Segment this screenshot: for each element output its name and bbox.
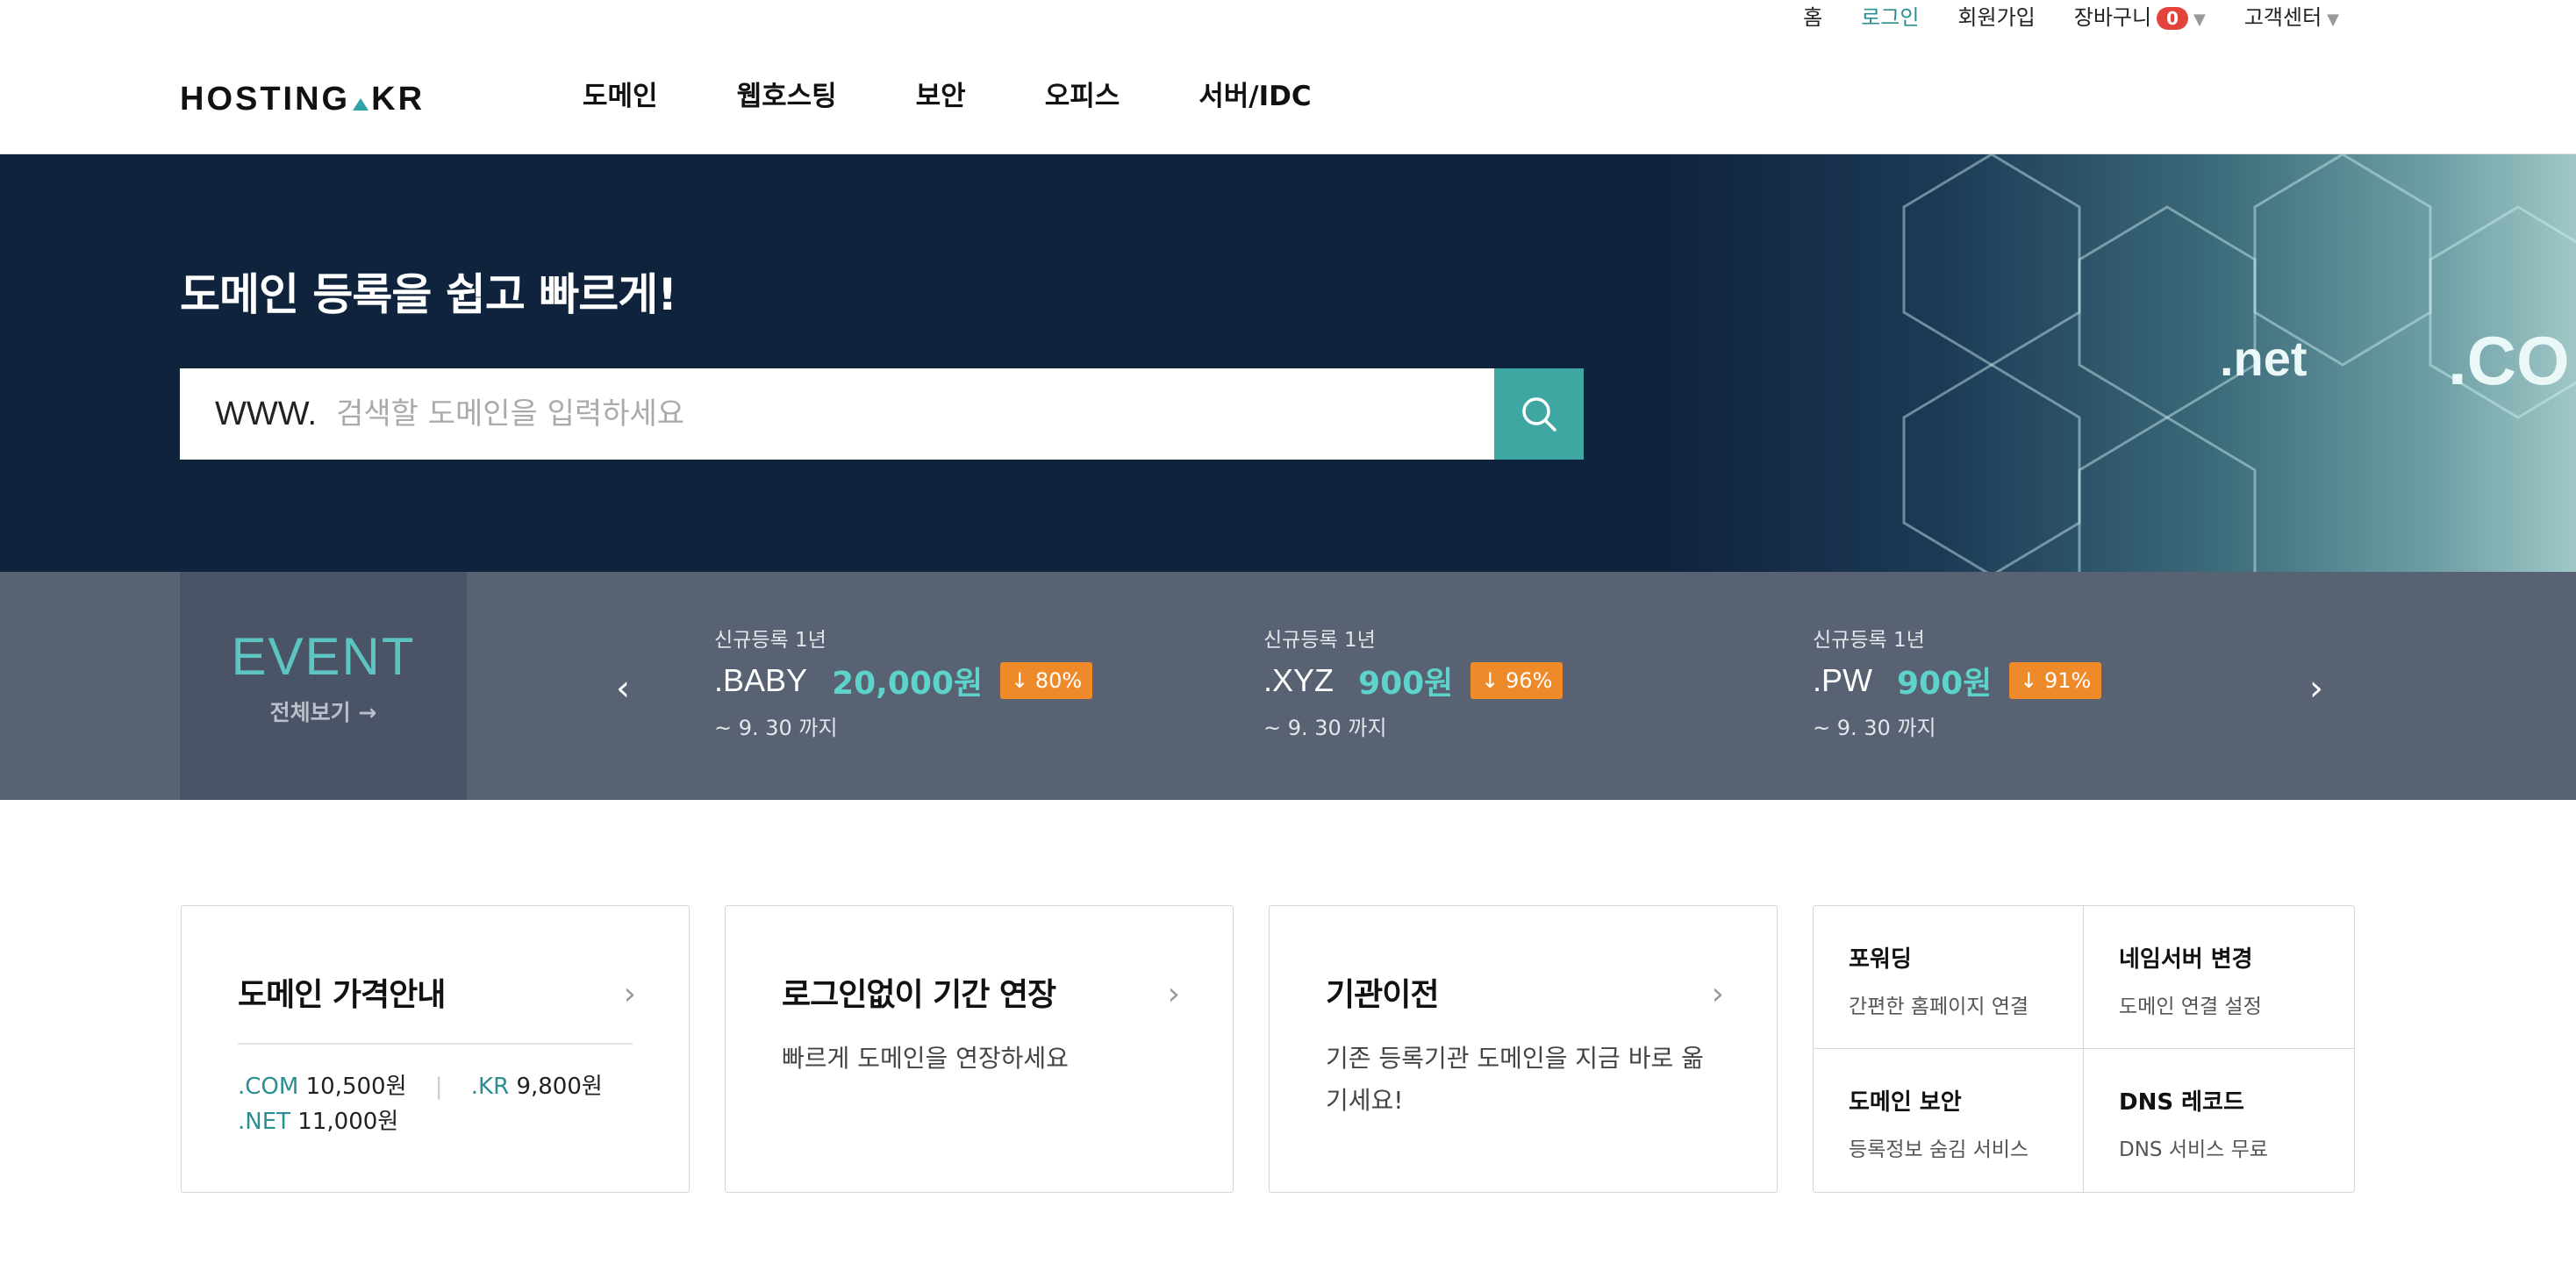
promo-discount-badge: ↓ 96% — [1470, 662, 1563, 699]
util-home-link[interactable]: 홈 — [1803, 0, 1822, 31]
logo-text-right: KR — [371, 81, 426, 118]
promo-price: 20,000원 — [832, 666, 984, 702]
search-prefix: WWW. — [215, 395, 318, 432]
renew-card[interactable]: 로그인없이 기간 연장 › 빠르게 도메인을 연장하세요 — [725, 905, 1234, 1193]
site-logo[interactable]: HOSTING KR — [180, 81, 425, 118]
chevron-down-icon: ▼ — [2193, 10, 2206, 29]
carousel-prev-icon[interactable]: ‹ — [616, 668, 630, 709]
event-box[interactable]: EVENT 전체보기 → — [180, 572, 467, 800]
card-title: 도메인 가격안내 — [238, 977, 446, 1013]
price-value: 10,500원 — [305, 1074, 407, 1100]
promo-item[interactable]: 신규등록 1년 .XYZ 900원 ↓ 96% ~ 9. 30 까지 — [1263, 623, 1563, 741]
event-view-all-link[interactable]: 전체보기 → — [180, 696, 467, 727]
domain-price-card[interactable]: 도메인 가격안내 › .COM 10,500원 | .KR 9,800원 .NE… — [181, 905, 690, 1193]
service-subtitle: DNS 서비스 무료 — [2119, 1138, 2268, 1161]
card-description: 기존 등록기관 도메인을 지금 바로 옮기세요! — [1326, 1044, 1704, 1115]
service-grid-card: 포워딩 간편한 홈페이지 연결 네임서버 변경 도메인 연결 설정 도메인 보안… — [1813, 905, 2355, 1193]
price-separator: | — [434, 1074, 443, 1100]
domain-search-bar: WWW. — [180, 368, 1584, 460]
chevron-right-icon: › — [623, 976, 636, 1012]
logo-text-left: HOSTING — [180, 81, 351, 118]
promo-until: ~ 9. 30 까지 — [714, 716, 838, 740]
card-title: 로그인없이 기간 연장 — [782, 977, 1056, 1013]
util-cart-link[interactable]: 장바구니 0 ▼ — [2074, 0, 2206, 31]
promo-price: 900원 — [1358, 666, 1454, 702]
price-tld: .KR — [470, 1074, 510, 1100]
promo-caption: 신규등록 1년 — [1263, 629, 1376, 652]
hexagon-pattern-graphic — [1902, 154, 2576, 572]
promo-caption: 신규등록 1년 — [714, 629, 826, 652]
hero-title: 도메인 등록을 쉽고 빠르게! — [180, 269, 677, 320]
nav-security[interactable]: 보안 — [916, 74, 966, 113]
price-tld: .NET — [238, 1109, 291, 1135]
carousel-next-icon[interactable]: › — [2309, 668, 2323, 709]
cart-label: 장바구니 — [2073, 4, 2152, 30]
logo-triangle-icon — [353, 97, 369, 111]
service-subtitle: 도메인 연결 설정 — [2119, 995, 2262, 1018]
chevron-right-icon: › — [1711, 976, 1724, 1012]
nav-office[interactable]: 오피스 — [1045, 74, 1120, 113]
chevron-down-icon: ▼ — [2327, 10, 2339, 29]
main-nav: 도메인 웹호스팅 보안 오피스 서버/IDC — [583, 74, 1391, 113]
promo-caption: 신규등록 1년 — [1813, 629, 1925, 652]
service-subtitle: 간편한 홈페이지 연결 — [1849, 995, 2029, 1018]
service-forwarding[interactable]: 포워딩 간편한 홈페이지 연결 — [1814, 906, 2084, 1049]
promo-item[interactable]: 신규등록 1년 .PW 900원 ↓ 91% ~ 9. 30 까지 — [1813, 623, 2102, 741]
support-label: 고객센터 — [2243, 4, 2322, 30]
event-title: EVENT — [231, 627, 416, 686]
price-value: 9,800원 — [516, 1074, 603, 1100]
price-value: 11,000원 — [297, 1109, 399, 1135]
promo-item[interactable]: 신규등록 1년 .BABY 20,000원 ↓ 80% ~ 9. 30 까지 — [714, 623, 1093, 741]
promo-until: ~ 9. 30 까지 — [1263, 716, 1387, 740]
service-title: 도메인 보안 — [1849, 1089, 1962, 1116]
card-description: 빠르게 도메인을 연장하세요 — [782, 1044, 1069, 1073]
service-domain-security[interactable]: 도메인 보안 등록정보 숨김 서비스 — [1814, 1049, 2084, 1192]
chevron-right-icon: › — [1167, 976, 1180, 1012]
promo-tld: .XYZ — [1263, 662, 1335, 698]
service-title: DNS 레코드 — [2119, 1089, 2244, 1116]
domain-search-input[interactable] — [336, 396, 1434, 432]
service-subtitle: 등록정보 숨김 서비스 — [1849, 1138, 2029, 1161]
promo-tld: .PW — [1813, 662, 1872, 698]
service-title: 네임서버 변경 — [2119, 946, 2253, 973]
nav-server-idc[interactable]: 서버/IDC — [1199, 74, 1311, 113]
service-dns-record[interactable]: DNS 레코드 DNS 서비스 무료 — [2084, 1049, 2354, 1192]
util-signup-link[interactable]: 회원가입 — [1957, 0, 2035, 31]
hero-banner: .net .CO 도메인 등록을 쉽고 빠르게! WWW. — [0, 154, 2576, 572]
promo-until: ~ 9. 30 까지 — [1813, 716, 1936, 740]
event-band: EVENT 전체보기 → ‹ 신규등록 1년 .BABY 20,000원 ↓ 8… — [0, 572, 2576, 800]
price-list: .COM 10,500원 | .KR 9,800원 .NET 11,000원 — [238, 1069, 603, 1139]
nav-webhosting[interactable]: 웹호스팅 — [737, 74, 837, 113]
service-title: 포워딩 — [1849, 946, 1912, 973]
transfer-card[interactable]: 기관이전 › 기존 등록기관 도메인을 지금 바로 옮기세요! — [1269, 905, 1778, 1193]
util-login-link[interactable]: 로그인 — [1861, 0, 1919, 31]
card-divider — [238, 1043, 633, 1045]
nav-domain[interactable]: 도메인 — [583, 74, 658, 113]
promo-tld: .BABY — [714, 662, 808, 698]
card-title: 기관이전 — [1326, 977, 1439, 1013]
hero-bg-net-text: .net — [2220, 331, 2308, 386]
hero-background-image — [1667, 154, 2576, 572]
search-button[interactable] — [1494, 368, 1584, 460]
service-nameserver[interactable]: 네임서버 변경 도메인 연결 설정 — [2084, 906, 2354, 1049]
cart-count-badge: 0 — [2157, 6, 2188, 30]
search-icon — [1522, 397, 1556, 432]
util-support-link[interactable]: 고객센터 ▼ — [2244, 0, 2339, 31]
price-tld: .COM — [238, 1074, 299, 1100]
promo-discount-badge: ↓ 91% — [2009, 662, 2102, 699]
promo-discount-badge: ↓ 80% — [1000, 662, 1093, 699]
utility-bar: 홈 로그인 회원가입 장바구니 0 ▼ 고객센터 ▼ — [1803, 0, 2339, 30]
hero-bg-com-text: .CO — [2448, 322, 2570, 399]
promo-price: 900원 — [1897, 666, 1993, 702]
